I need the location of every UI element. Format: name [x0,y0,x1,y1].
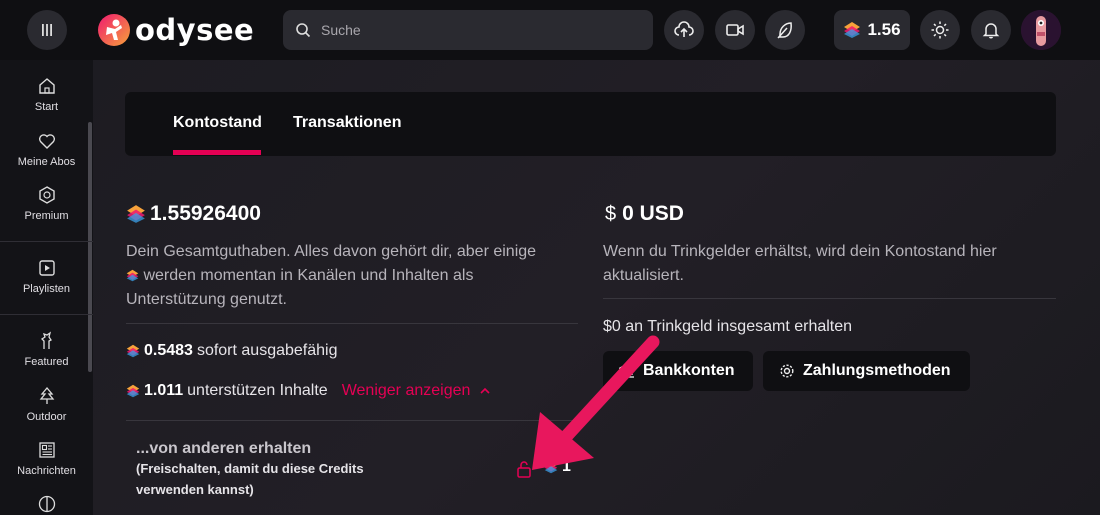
usd-total: $ 0 USD [605,202,684,226]
gear-icon [780,364,794,378]
tab-kontostand[interactable]: Kontostand [173,114,262,132]
sidebar-item-playlisten[interactable]: Playlisten [0,258,93,295]
divider [603,298,1056,299]
credits-icon [126,344,140,358]
sidebar-item-label: Premium [24,210,69,222]
tree-icon [39,386,54,404]
sidebar-item-meine-abos[interactable]: Meine Abos [0,131,93,168]
credits-icon [844,22,861,38]
odysee-logo-icon [98,14,130,46]
sidebar-divider [0,241,93,242]
usd-total-value: 0 USD [622,202,684,225]
featured-icon [40,331,52,349]
video-camera-icon [726,24,744,36]
received-note: (Freischalten, damit du diese Credits ve… [136,461,364,497]
heart-icon [38,134,55,149]
sun-icon [931,21,949,39]
logo-text: odysee [135,13,255,47]
spendable-row: 0.5483 sofort ausgabefähig [126,342,337,360]
upload-button[interactable] [664,10,704,50]
sidebar-divider [0,314,93,315]
usd-description: Wenn du Trinkgelder erhältst, wird dein … [603,243,997,284]
theme-toggle-button[interactable] [920,10,960,50]
supporting-amount: 1.011 [144,382,184,399]
sidebar-item-label: Playlisten [22,283,71,295]
credits-description-line: werden momentan in Kanälen und Inhalten … [126,264,576,288]
credits-icon [126,384,140,398]
sidebar-item-start[interactable]: Start [0,76,93,113]
top-header: odysee 1.56 [0,0,1100,60]
credits-description-text: werden momentan in Kanälen und Inhalten … [143,267,474,284]
credits-description-line: Unterstützung genutzt. [126,291,287,308]
post-button[interactable] [765,10,805,50]
divider [126,420,578,421]
supporting-row: 1.011 unterstützen Inhalte Weniger anzei… [126,382,492,400]
user-avatar[interactable] [1021,10,1061,50]
menu-toggle-button[interactable] [27,10,67,50]
sidebar: Start Meine Abos Premium Playlisten Feat… [0,60,93,515]
wallet-balance-button[interactable]: 1.56 [834,10,910,50]
sidebar-item-peace[interactable] [0,494,93,514]
odysee-logo[interactable]: odysee [97,10,254,50]
menu-icon [42,24,52,36]
premium-badge-icon [38,186,55,204]
show-less-link[interactable]: Weniger anzeigen [342,382,471,400]
annotation-arrow [532,335,660,470]
received-title: ...von anderen erhalten [136,440,312,457]
avatar-image [1021,10,1061,50]
credits-total: 1.55926400 [126,202,261,226]
newspaper-icon [38,442,55,458]
search-icon [296,23,311,38]
tab-transaktionen[interactable]: Transaktionen [293,114,401,132]
cloud-upload-icon [674,21,694,37]
sidebar-item-outdoor[interactable]: Outdoor [0,386,93,423]
chevron-up-icon[interactable] [478,384,492,398]
active-tab-indicator [173,150,261,155]
credits-icon [127,205,145,223]
divider [126,323,578,324]
bell-icon [982,23,1000,39]
wallet-tabs: Kontostand Transaktionen [125,92,1056,156]
peace-icon [38,495,55,513]
main-content: Kontostand Transaktionen 1.55926400 Dein… [93,60,1100,515]
sidebar-item-label: Meine Abos [17,156,76,168]
sidebar-item-label: Start [34,101,59,113]
supporting-label: unterstützen Inhalte [187,382,328,399]
wallet-balance-value: 1.56 [867,20,901,39]
payment-methods-button[interactable]: Zahlungsmethoden [763,351,970,391]
sidebar-item-premium[interactable]: Premium [0,185,93,222]
sidebar-item-label: Featured [24,356,69,368]
notifications-button[interactable] [971,10,1011,50]
sidebar-item-nachrichten[interactable]: Nachrichten [0,440,93,477]
spendable-amount: 0.5483 [144,342,193,359]
dollar-icon: $ [605,202,617,225]
credits-description-line: Dein Gesamtguthaben. Alles davon gehört … [126,243,537,260]
credits-icon [126,269,139,282]
sidebar-item-label: Nachrichten [17,465,76,477]
spendable-label: sofort ausgabefähig [196,342,338,359]
search-input[interactable] [321,22,621,38]
credits-description: Dein Gesamtguthaben. Alles davon gehört … [126,240,576,312]
feather-icon [777,22,792,39]
playlist-icon [38,260,55,276]
sidebar-item-featured[interactable]: Featured [0,331,93,368]
sidebar-item-label: Outdoor [26,411,67,423]
credits-total-value: 1.55926400 [150,202,261,225]
payment-methods-label: Zahlungsmethoden [803,362,951,379]
home-icon [38,78,55,94]
go-live-button[interactable] [715,10,755,50]
search-bar[interactable] [283,10,653,50]
